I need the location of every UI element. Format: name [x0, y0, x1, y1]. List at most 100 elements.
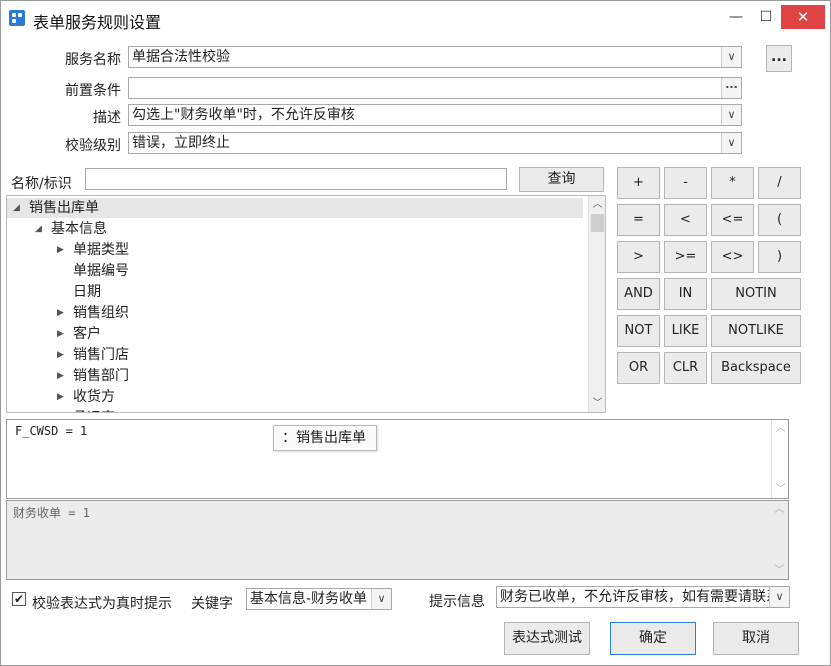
search-label: 名称/标识: [11, 176, 72, 192]
search-button[interactable]: 查询: [519, 167, 604, 192]
operator-button[interactable]: NOTLIKE: [711, 315, 801, 347]
expression-test-button[interactable]: 表达式测试: [504, 622, 590, 655]
expand-arrow-icon[interactable]: ▶: [57, 408, 64, 412]
tree-scrollbar[interactable]: ︿ ﹀: [588, 196, 605, 412]
expression-display: 财务收单 = 1 ︿ ﹀: [6, 500, 789, 580]
service-name-more-button[interactable]: ...: [766, 45, 792, 72]
scroll-down-icon[interactable]: ﹀: [589, 395, 605, 412]
chevron-down-icon[interactable]: ∨: [769, 587, 789, 607]
operator-button[interactable]: =: [617, 204, 660, 236]
tip-label: 提示信息: [429, 594, 485, 610]
operator-button[interactable]: -: [664, 167, 707, 199]
operator-button[interactable]: +: [617, 167, 660, 199]
chevron-down-icon[interactable]: ∨: [721, 105, 741, 125]
tree-node[interactable]: 单据编号: [7, 261, 583, 281]
expression-display-scrollbar[interactable]: ︿ ﹀: [771, 501, 788, 579]
service-name-select[interactable]: 单据合法性校验 ∨: [128, 46, 742, 68]
operator-button[interactable]: IN: [664, 278, 707, 310]
maximize-button[interactable]: ☐: [751, 5, 781, 29]
tree-node[interactable]: ◢ 销售出库单: [7, 198, 583, 218]
service-name-label: 服务名称: [65, 52, 121, 68]
operator-button[interactable]: >=: [664, 241, 707, 273]
tree-node[interactable]: ▶ 销售部门: [7, 366, 583, 386]
expand-arrow-icon[interactable]: ▶: [57, 387, 64, 407]
description-label: 描述: [93, 110, 121, 126]
tree-node-label: 客户: [73, 326, 101, 342]
tree-node[interactable]: ▶ 销售门店: [7, 345, 583, 365]
operator-button[interactable]: Backspace: [711, 352, 801, 384]
tree-node[interactable]: ▶ 销售组织: [7, 303, 583, 323]
expression-editor[interactable]: F_CWSD = 1 ︿ ﹀: [6, 419, 789, 499]
operator-button[interactable]: <: [664, 204, 707, 236]
expression-text: F_CWSD = 1: [15, 424, 88, 438]
app-icon: [9, 10, 25, 26]
expand-arrow-icon[interactable]: ▶: [57, 366, 64, 386]
tree-node-label: 单据编号: [73, 263, 129, 279]
operator-button[interactable]: (: [758, 204, 801, 236]
scroll-up-icon[interactable]: ︿: [772, 420, 789, 437]
ok-button[interactable]: 确定: [610, 622, 696, 655]
scroll-up-icon[interactable]: ︿: [589, 196, 605, 213]
window-title: 表单服务规则设置: [33, 13, 162, 32]
tree-node[interactable]: ▶ 承运商: [7, 408, 583, 412]
cancel-button[interactable]: 取消: [713, 622, 799, 655]
keyword-value: 基本信息-财务收单: [250, 591, 368, 607]
expand-arrow-icon[interactable]: ▶: [57, 345, 64, 365]
collapse-arrow-icon[interactable]: ◢: [35, 219, 42, 239]
tree-node-label: 销售出库单: [29, 200, 99, 216]
service-name-value: 单据合法性校验: [132, 49, 230, 65]
tree-node-label: 基本信息: [51, 221, 107, 237]
precondition-label: 前置条件: [65, 83, 121, 99]
tree-node-label: 单据类型: [73, 242, 129, 258]
tree-node-label: 承运商: [73, 408, 115, 412]
chevron-down-icon[interactable]: ∨: [721, 47, 741, 67]
operator-button[interactable]: LIKE: [664, 315, 707, 347]
operator-button[interactable]: >: [617, 241, 660, 273]
tree-node-label: 销售部门: [73, 368, 129, 384]
scroll-thumb[interactable]: [591, 214, 604, 232]
tree-node[interactable]: ▶ 单据类型: [7, 240, 583, 260]
validation-level-label: 校验级别: [65, 138, 121, 154]
operator-button[interactable]: ): [758, 241, 801, 273]
operator-button[interactable]: OR: [617, 352, 660, 384]
operator-button[interactable]: <>: [711, 241, 754, 273]
scroll-down-icon[interactable]: ﹀: [772, 481, 789, 498]
keyword-select[interactable]: 基本信息-财务收单 ∨: [246, 588, 392, 610]
tree-node[interactable]: ◢ 基本信息: [7, 219, 583, 239]
validation-level-value: 错误，立即终止: [132, 135, 230, 151]
close-button[interactable]: ✕: [781, 5, 825, 29]
precondition-ellipsis-button[interactable]: ...: [721, 78, 741, 98]
expression-scrollbar[interactable]: ︿ ﹀: [771, 420, 788, 498]
prompt-checkbox-label[interactable]: 校验表达式为真时提示: [32, 593, 182, 613]
operator-button[interactable]: <=: [711, 204, 754, 236]
expand-arrow-icon[interactable]: ▶: [57, 324, 64, 344]
operator-button[interactable]: CLR: [664, 352, 707, 384]
search-input[interactable]: [85, 168, 507, 190]
operator-button[interactable]: *: [711, 167, 754, 199]
minimize-button[interactable]: —: [721, 5, 751, 29]
operator-button[interactable]: NOTIN: [711, 278, 801, 310]
description-select[interactable]: 勾选上"财务收单"时，不允许反审核 ∨: [128, 104, 742, 126]
validation-level-select[interactable]: 错误，立即终止 ∨: [128, 132, 742, 154]
collapse-arrow-icon[interactable]: ◢: [13, 198, 20, 218]
field-tooltip: ：销售出库单: [273, 425, 377, 451]
tree-node[interactable]: ▶ 客户: [7, 324, 583, 344]
operator-button[interactable]: /: [758, 167, 801, 199]
expand-arrow-icon[interactable]: ▶: [57, 240, 64, 260]
tree-node[interactable]: ▶ 收货方: [7, 387, 583, 407]
prompt-checkbox[interactable]: ✔: [12, 592, 26, 606]
expression-display-text: 财务收单 = 1: [13, 506, 90, 520]
operator-button[interactable]: NOT: [617, 315, 660, 347]
chevron-down-icon[interactable]: ∨: [371, 589, 391, 609]
precondition-field[interactable]: ...: [128, 77, 742, 99]
scroll-down-icon[interactable]: ﹀: [771, 562, 788, 579]
tip-select[interactable]: 财务已收单，不允许反审核，如有需要请联系 ∨: [496, 586, 790, 608]
scroll-up-icon[interactable]: ︿: [771, 501, 788, 518]
tree-node[interactable]: 日期: [7, 282, 583, 302]
expand-arrow-icon[interactable]: ▶: [57, 303, 64, 323]
tree-node-label: 销售门店: [73, 347, 129, 363]
operator-button[interactable]: AND: [617, 278, 660, 310]
chevron-down-icon[interactable]: ∨: [721, 133, 741, 153]
title-bar: 表单服务规则设置 — ☐ ✕: [1, 1, 830, 35]
description-value: 勾选上"财务收单"时，不允许反审核: [132, 107, 355, 123]
